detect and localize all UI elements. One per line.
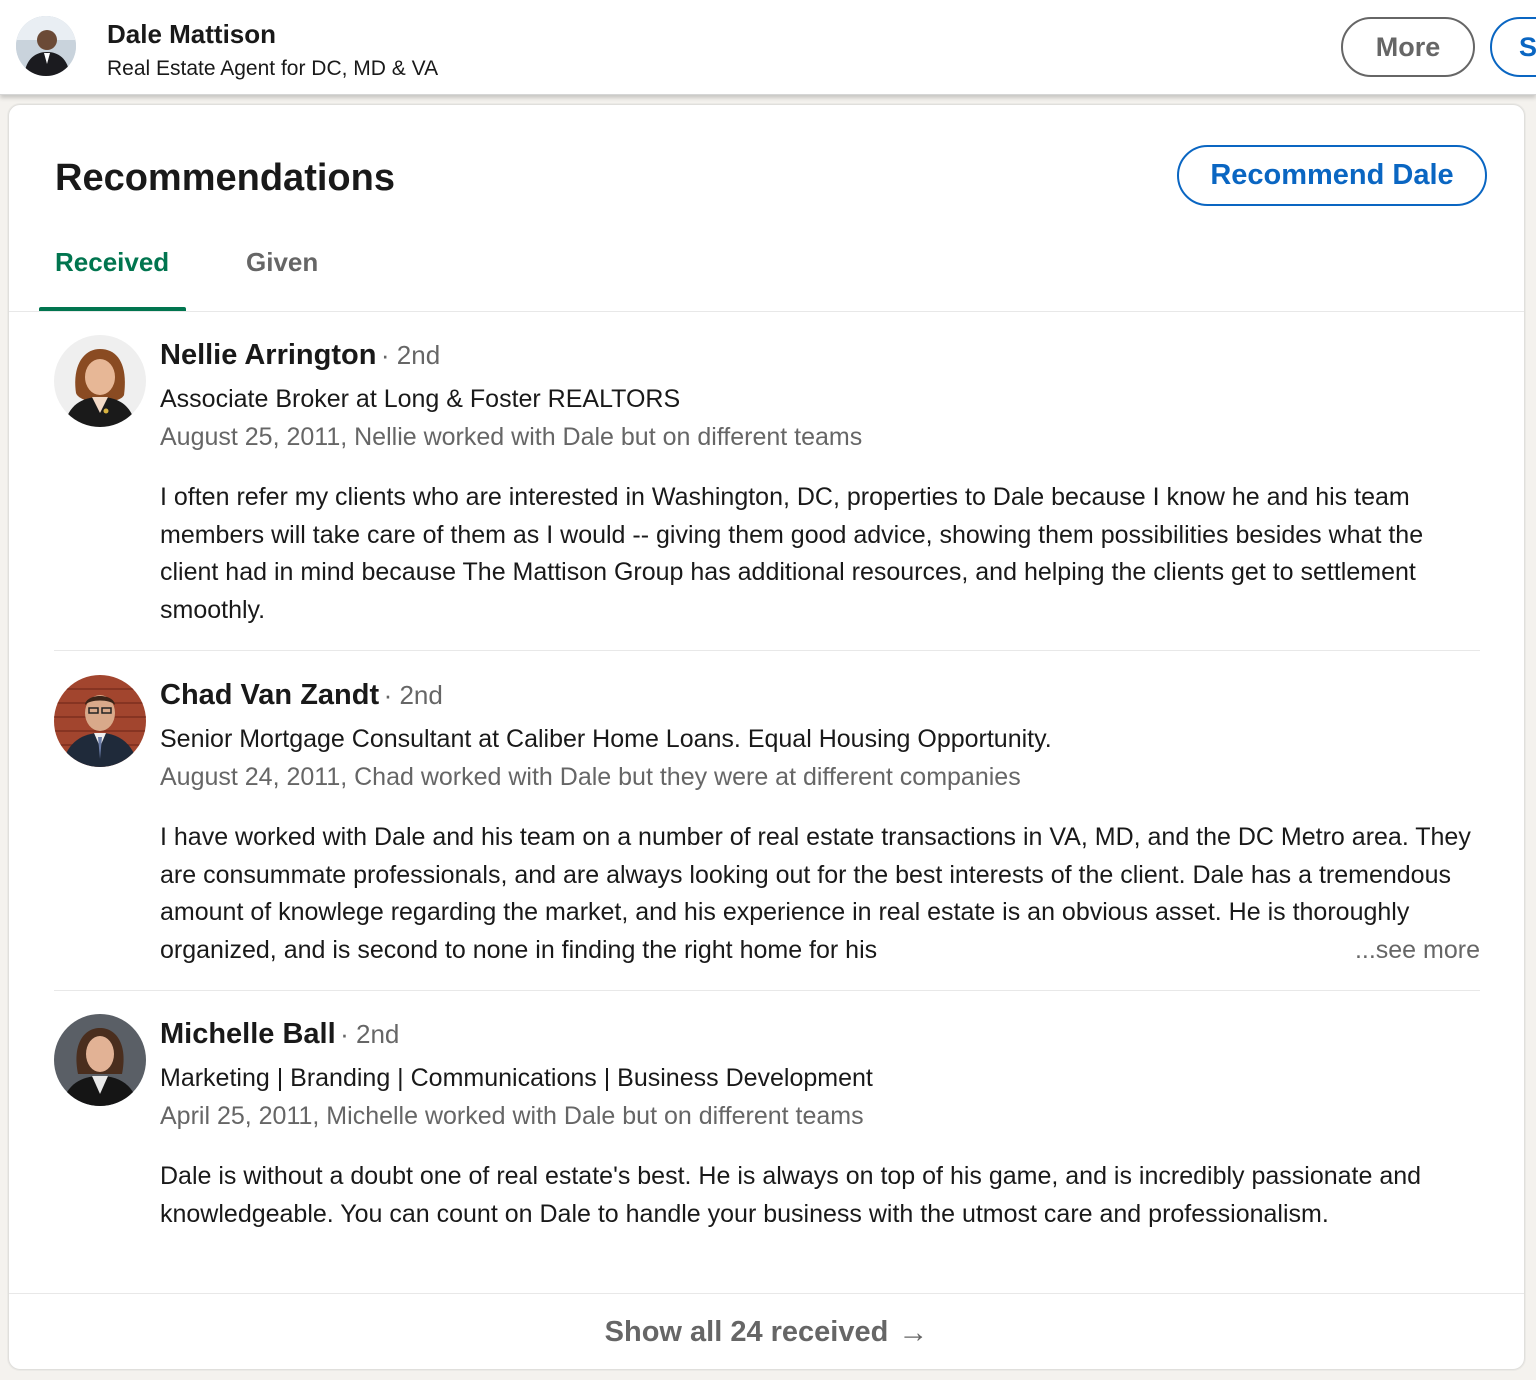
recommendation-meta: August 25, 2011, Nellie worked with Dale… (160, 423, 863, 451)
recommendation-text: I have worked with Dale and his team on … (160, 823, 1471, 965)
person-photo-icon (54, 1014, 146, 1106)
recommendation-text: Dale is without a doubt one of real esta… (160, 1162, 1422, 1228)
secondary-action-button[interactable]: S (1490, 17, 1536, 77)
recommender-name-line: Michelle Ball · 2nd (160, 1018, 399, 1051)
recommender-avatar[interactable] (54, 1014, 146, 1106)
recommendation-item: Chad Van Zandt · 2nd Senior Mortgage Con… (54, 675, 1480, 975)
tabs-divider (9, 311, 1524, 312)
recommendation-text-container: I have worked with Dale and his team on … (160, 819, 1480, 970)
arrow-right-icon: → (898, 1315, 929, 1349)
connection-degree: · 2nd (383, 680, 443, 710)
profile-avatar[interactable] (16, 16, 76, 76)
tab-received[interactable]: Received (55, 247, 169, 278)
more-button[interactable]: More (1341, 17, 1475, 77)
profile-sticky-header: Dale Mattison Real Estate Agent for DC, … (0, 0, 1536, 95)
recommender-headline: Senior Mortgage Consultant at Caliber Ho… (160, 725, 1052, 753)
recommendation-tabs: Received Given (9, 235, 1524, 312)
profile-name: Dale Mattison (107, 19, 277, 49)
person-photo-icon (54, 675, 146, 767)
recommendation-text: I often refer my clients who are interes… (160, 483, 1424, 625)
recommender-name[interactable]: Michelle Ball (160, 1018, 336, 1050)
recommendation-item: Nellie Arrington · 2nd Associate Broker … (54, 335, 1480, 635)
recommendation-meta: August 24, 2011, Chad worked with Dale b… (160, 763, 1021, 791)
recommendation-meta: April 25, 2011, Michelle worked with Dal… (160, 1102, 864, 1130)
see-more-link[interactable]: ...see more (1346, 932, 1480, 970)
person-photo-icon (54, 335, 146, 427)
recommender-name-line: Nellie Arrington · 2nd (160, 339, 440, 372)
connection-degree: · 2nd (340, 1019, 400, 1049)
profile-headline: Real Estate Agent for DC, MD & VA (107, 57, 439, 80)
recommender-avatar[interactable] (54, 675, 146, 767)
recommender-avatar[interactable] (54, 335, 146, 427)
show-all-label: Show all 24 received (604, 1316, 889, 1348)
connection-degree: · 2nd (380, 340, 441, 370)
recommender-name[interactable]: Chad Van Zandt (160, 679, 379, 711)
recommendations-card: Recommendations Recommend Dale Received … (8, 104, 1525, 1370)
recommender-name[interactable]: Nellie Arrington (160, 339, 376, 371)
recommender-headline: Associate Broker at Long & Foster REALTO… (160, 385, 681, 413)
section-title: Recommendations (55, 157, 395, 199)
recommender-headline: Marketing | Branding | Communications | … (160, 1064, 873, 1092)
person-photo-icon (16, 16, 76, 76)
recommend-button[interactable]: Recommend Dale (1177, 145, 1487, 206)
recommendation-item: Michelle Ball · 2nd Marketing | Branding… (54, 1014, 1480, 1284)
item-divider (54, 650, 1480, 651)
recommender-name-line: Chad Van Zandt · 2nd (160, 679, 443, 712)
item-divider (54, 990, 1480, 991)
tab-given[interactable]: Given (246, 247, 318, 278)
show-all-received-button[interactable]: Show all 24 received → (9, 1293, 1524, 1369)
